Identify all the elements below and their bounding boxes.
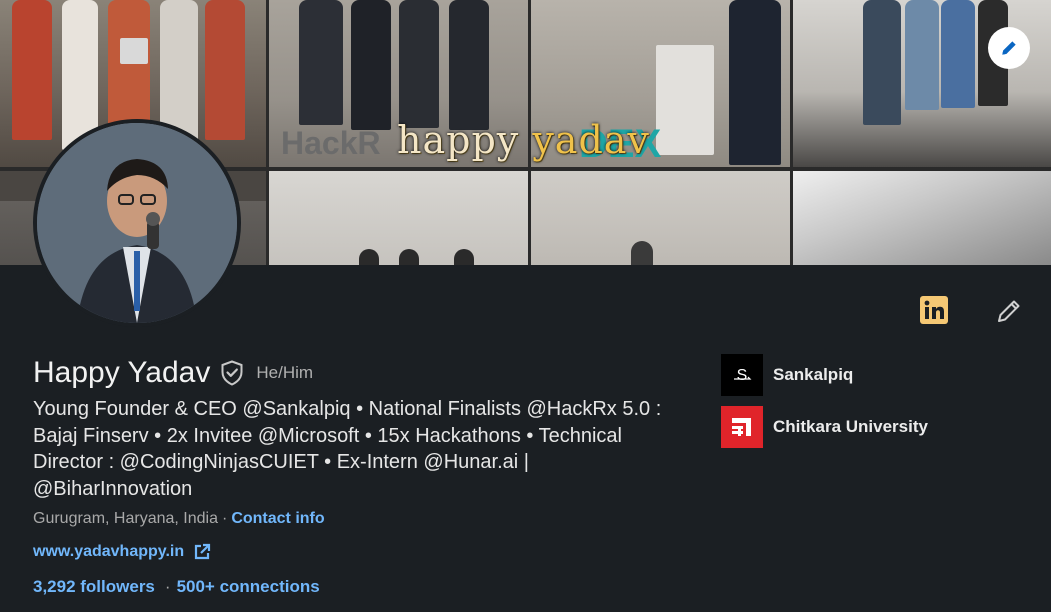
location-separator: · [221,510,228,527]
followers-link[interactable]: 3,292 followers [33,577,155,596]
org-name-sankalpiq: Sankalpiq [773,365,854,384]
banner-photo-4 [793,0,1051,167]
contact-info-link[interactable]: Contact info [231,510,324,527]
verified-shield-icon[interactable] [220,359,246,387]
location-text: Gurugram, Haryana, India [33,510,218,527]
external-link-icon [193,543,211,561]
linkedin-badge-button[interactable] [919,295,949,325]
banner-ghost-text-left: HackR [281,125,381,161]
org-name-chitkara: Chitkara University [773,417,928,436]
edit-intro-button[interactable] [994,296,1024,326]
org-item-chitkara[interactable]: Chitkara University [721,406,928,448]
connections-link[interactable]: 500+ connections [177,577,320,596]
org-item-sankalpiq[interactable]: S Sankalpiq [721,354,853,396]
linkedin-icon [920,296,948,324]
pronouns: He/Him [256,363,314,382]
profile-avatar[interactable] [33,119,241,327]
location-row: Gurugram, Haryana, India · Contact info [33,510,325,528]
banner-title: happy yadav [397,118,650,162]
website-row[interactable]: www.yadavhappy.in [33,543,211,561]
chitkara-logo [721,406,763,448]
name-row: Happy Yadav He/Him [33,356,313,390]
pencil-icon [998,300,1020,322]
svg-text:S: S [737,367,748,384]
network-stats: 3,292 followers · 500+ connections [33,577,320,597]
banner-photo-8 [793,171,1051,265]
pencil-icon [1002,41,1016,55]
stats-separator: · [164,577,171,596]
banner-photo-6 [269,171,528,265]
avatar-portrait [37,123,237,323]
profile-name: Happy Yadav [33,356,211,389]
sankalpiq-logo: S [721,354,763,396]
website-link[interactable]: www.yadavhappy.in [33,543,184,561]
banner-photo-7 [531,171,790,265]
profile-headline: Young Founder & CEO @Sankalpiq • Nationa… [33,398,662,500]
edit-banner-button[interactable] [988,27,1030,69]
